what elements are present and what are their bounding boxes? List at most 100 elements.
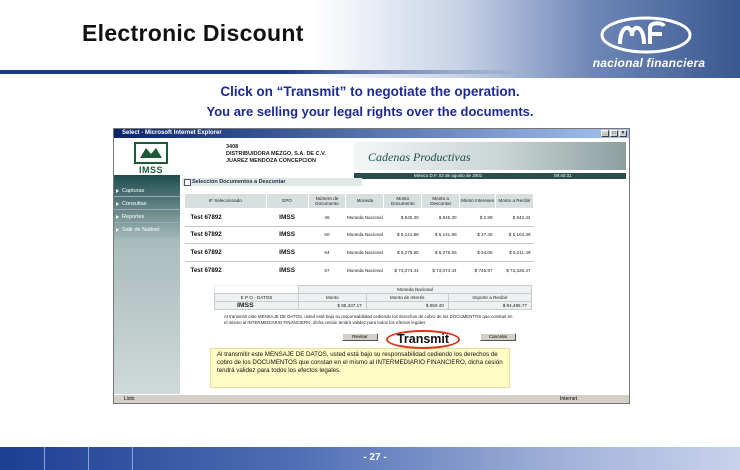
- imss-eagle-icon: [134, 142, 168, 164]
- table-row[interactable]: Test 67892 IMSS 50 Moneda Nacional $ 5,1…: [184, 225, 534, 244]
- page-number: - 27 -: [363, 452, 387, 463]
- cell-doc-amount: $ 845.30: [383, 208, 422, 227]
- slide-title: Electronic Discount: [82, 20, 304, 46]
- table-row[interactable]: Test 67892 IMSS 57 Moneda Nacional $ 73,…: [184, 260, 534, 279]
- column-header: IF Seleccionado: [184, 193, 267, 209]
- footer-divider: [88, 447, 89, 470]
- date-bar: México D.F. 03 de agosto de 2001 09:40:3…: [354, 173, 626, 179]
- company-info: 3408 DISTRIBUIDORA MEZGO, S.A. DE C.V. J…: [226, 144, 326, 165]
- transmit-button[interactable]: Transmit: [386, 330, 460, 349]
- cell-currency: Moneda Nacional: [345, 243, 384, 262]
- cell-interest: $ 37.49: [459, 225, 496, 244]
- table-header-row: IF Seleccionado EPO Número de Documento …: [184, 193, 534, 209]
- header-rule: [0, 70, 520, 74]
- cell-epo: IMSS: [266, 225, 309, 244]
- cell-if: Test 67892: [184, 243, 267, 262]
- summary-col-header: Monto: [298, 293, 367, 302]
- summary-values-row: IMSS $ 85,337.17 $ 850.40 $ 84,486.77: [214, 301, 533, 310]
- cell-receive: $ 72,328.47: [495, 260, 534, 279]
- cell-doc-amount: $ 6,275.55: [383, 243, 422, 262]
- summary-amount: $ 85,337.17: [298, 301, 367, 310]
- summary-receive: $ 84,486.77: [447, 301, 533, 310]
- company-contact: JUAREZ MENDOZA CONCEPCION: [226, 158, 316, 164]
- browser-titlebar: Select - Microsoft Internet Explorer _ □…: [114, 129, 629, 138]
- status-bar: Listo Internet: [114, 394, 629, 403]
- cell-epo: IMSS: [266, 243, 309, 262]
- review-button[interactable]: Revisar: [342, 333, 378, 341]
- sidebar-item-salir[interactable]: Salir de Nafinet: [114, 224, 180, 236]
- cell-receive: $ 5,104.39: [495, 225, 534, 244]
- summary-subheader-row: E P O - DATOS Monto Monto de Interés Imp…: [214, 293, 533, 302]
- cell-doc-number: 57: [308, 260, 346, 279]
- company-name: DISTRIBUIDORA MEZGO, S.A. DE C.V.: [226, 151, 326, 157]
- instruction-line-1: Click on “Transmit” to negotiate the ope…: [220, 84, 520, 99]
- cell-doc-number: 54: [308, 243, 346, 262]
- cell-doc-amount: $ 5,141.88: [383, 225, 422, 244]
- nafin-logo: nacional financiera: [560, 14, 738, 74]
- summary-epo: IMSS: [214, 301, 299, 310]
- close-icon[interactable]: ×: [619, 130, 627, 137]
- column-header: Monto a Recibir: [495, 193, 534, 209]
- summary-header-row: Moneda Nacional: [214, 285, 532, 294]
- zone-text: Internet: [560, 396, 577, 402]
- summary-row-label: E P O - DATOS: [214, 293, 299, 302]
- imss-logo: IMSS: [122, 142, 180, 176]
- summary-col-header: Importe a Recibir: [447, 293, 533, 302]
- window-controls: _ □ ×: [601, 130, 627, 137]
- cell-interest: $ 64.06: [459, 243, 496, 262]
- column-header: Monto a Descontar: [421, 193, 461, 209]
- date-text: México D.F. 03 de agosto de 2001: [414, 173, 483, 178]
- cell-currency: Moneda Nacional: [345, 260, 384, 279]
- legal-notice-callout: Al transmitir este MENSAJE DE DATOS, ust…: [210, 348, 510, 388]
- cell-interest: $ 745.97: [459, 260, 496, 279]
- sidebar-item-consultas[interactable]: Consultas: [114, 198, 180, 210]
- app-header: IMSS 3408 DISTRIBUIDORA MEZGO, S.A. DE C…: [114, 138, 629, 175]
- cell-doc-number: 50: [308, 225, 346, 244]
- summary-col-header: Monto de Interés: [365, 293, 449, 302]
- documents-table: IF Seleccionado EPO Número de Documento …: [184, 193, 534, 279]
- cell-discount-amount: $ 845.30: [421, 208, 460, 227]
- nafin-logo-text: nacional financiera: [592, 56, 706, 70]
- sidebar-item-reportes[interactable]: Reportes: [114, 211, 180, 223]
- column-header: Monto Intereses: [459, 193, 497, 209]
- section-title: Selección Documentos a Descontar: [182, 178, 362, 186]
- status-text: Listo: [124, 396, 135, 402]
- summary-currency-header: Moneda Nacional: [298, 285, 532, 294]
- footer-divider: [44, 447, 45, 470]
- cell-currency: Moneda Nacional: [345, 208, 384, 227]
- summary-table: Moneda Nacional E P O - DATOS Monto Mont…: [214, 285, 533, 310]
- cell-if: Test 67892: [184, 225, 267, 244]
- column-header: EPO: [265, 193, 309, 209]
- cell-discount-amount: $ 5,141.88: [421, 225, 460, 244]
- table-row[interactable]: Test 67892 IMSS 54 Moneda Nacional $ 6,2…: [184, 243, 534, 262]
- minimize-icon[interactable]: _: [601, 130, 609, 137]
- sidebar: Capturas Consultas Reportes Salir de Naf…: [114, 175, 180, 395]
- instruction-line-2: You are selling your legal rights over t…: [206, 104, 534, 119]
- cell-epo: IMSS: [266, 208, 309, 227]
- window-title: Select - Microsoft Internet Explorer: [122, 130, 222, 136]
- cell-if: Test 67892: [184, 260, 267, 279]
- cancel-button[interactable]: Cancelar: [480, 333, 516, 341]
- sidebar-item-capturas[interactable]: Capturas: [114, 185, 180, 197]
- cell-interest: $ 2.88: [459, 208, 496, 227]
- footer-divider: [132, 447, 133, 470]
- cell-discount-amount: $ 73,074.44: [421, 260, 460, 279]
- slide: Electronic Discount nacional financiera …: [0, 0, 740, 470]
- nafin-logo-mark-icon: [600, 16, 692, 54]
- table-row[interactable]: Test 67892 IMSS 46 Moneda Nacional $ 845…: [184, 208, 534, 227]
- company-code: 3408: [226, 144, 239, 150]
- cell-receive: $ 6,211.49: [495, 243, 534, 262]
- cell-discount-amount: $ 6,275.55: [421, 243, 460, 262]
- cadenas-banner-text: Cadenas Productivas: [368, 150, 471, 164]
- legal-notice-small: Al transmitir este MENSAJE DE DATOS, ust…: [224, 314, 513, 325]
- maximize-icon[interactable]: □: [610, 130, 618, 137]
- cell-doc-number: 46: [308, 208, 346, 227]
- cell-currency: Moneda Nacional: [345, 225, 384, 244]
- browser-screenshot: Select - Microsoft Internet Explorer _ □…: [113, 128, 630, 404]
- cadenas-banner: Cadenas Productivas: [354, 142, 626, 170]
- cell-doc-amount: $ 73,074.44: [383, 260, 422, 279]
- cell-epo: IMSS: [266, 260, 309, 279]
- cell-if: Test 67892: [184, 208, 267, 227]
- imss-logo-text: IMSS: [138, 165, 163, 175]
- column-header: Número de Documento: [307, 193, 347, 209]
